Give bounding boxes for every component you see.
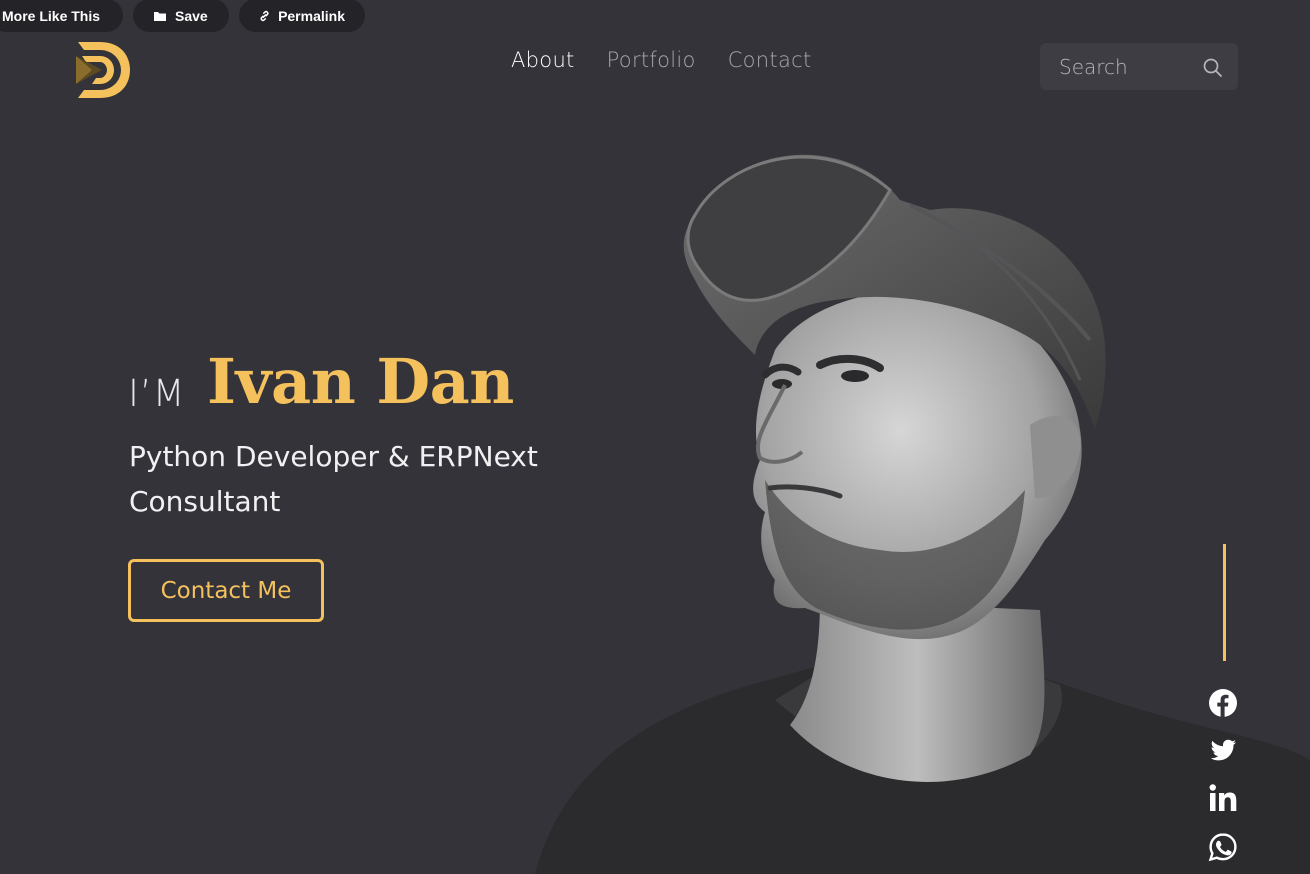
permalink-label: Permalink <box>278 7 345 24</box>
contact-me-button[interactable]: Contact Me <box>128 559 324 622</box>
more-like-this-button[interactable]: More Like This <box>0 0 123 32</box>
hero-role: Python Developer & ERPNext Consultant <box>129 434 599 524</box>
nav-item-contact[interactable]: Contact <box>728 48 812 72</box>
hero-name: Ivan Dan <box>207 345 514 418</box>
save-button[interactable]: Save <box>133 0 229 32</box>
linkedin-icon[interactable] <box>1208 783 1238 813</box>
search-input[interactable] <box>1059 54 1199 79</box>
nav-item-portfolio[interactable]: Portfolio <box>607 48 696 72</box>
search-icon[interactable] <box>1202 57 1224 79</box>
site-logo[interactable] <box>74 38 132 102</box>
whatsapp-icon[interactable] <box>1208 832 1238 862</box>
more-like-this-label: More Like This <box>2 7 101 24</box>
social-divider <box>1223 544 1226 661</box>
link-icon <box>260 10 269 21</box>
hero-role-line2: Consultant <box>129 485 281 518</box>
twitter-icon[interactable] <box>1208 735 1238 765</box>
facebook-icon[interactable] <box>1208 688 1238 718</box>
nav-item-about[interactable]: About <box>511 48 575 72</box>
main-nav: About Portfolio Contact <box>511 48 812 72</box>
folder-icon <box>154 11 166 21</box>
hero-role-line1: Python Developer & ERPNext <box>129 440 538 473</box>
save-label: Save <box>175 7 208 24</box>
permalink-button[interactable]: Permalink <box>239 0 365 32</box>
profile-photo <box>535 154 1310 874</box>
search-box <box>1040 43 1238 90</box>
hero-prefix: I’M <box>128 372 186 415</box>
